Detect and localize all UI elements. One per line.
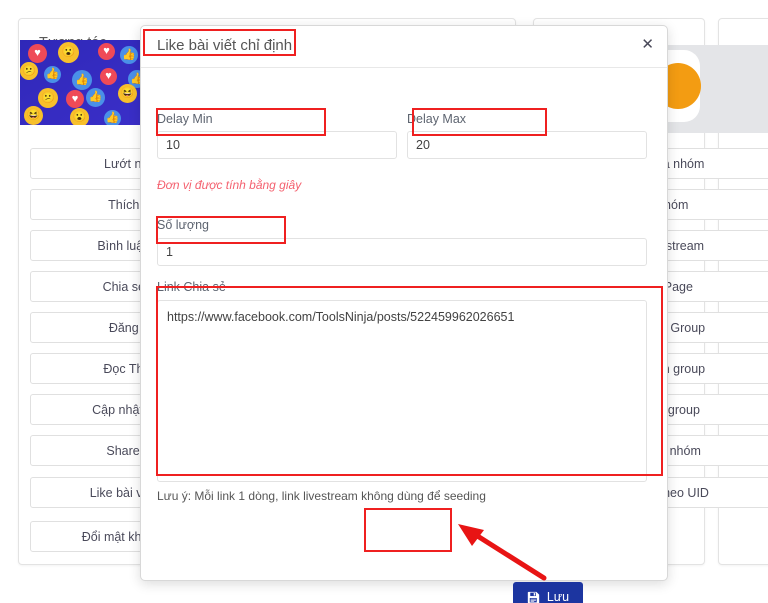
screen: Tương tác ♥ 😮 ♥ 👍 😮 ♥ 😕 👍 👍 ♥ 👍 😕 👍 😕 ♥ … <box>0 0 768 603</box>
share-link-textarea[interactable]: https://www.facebook.com/ToolsNinja/post… <box>157 300 647 482</box>
save-button[interactable]: Lưu <box>513 582 583 603</box>
close-icon[interactable]: ✕ <box>641 37 654 52</box>
dialog-title: Like bài viết chỉ định <box>157 37 293 54</box>
delay-min-label: Delay Min <box>157 112 213 126</box>
dialog-header: Like bài viết chỉ định ✕ <box>141 26 667 68</box>
seeding-note: Lưu ý: Mỗi link 1 dòng, link livestream … <box>157 489 486 503</box>
delay-min-input[interactable] <box>157 131 397 159</box>
quantity-label: Số lượng <box>157 218 210 232</box>
delay-max-input[interactable] <box>407 131 647 159</box>
save-button-label: Lưu <box>546 590 570 603</box>
delay-unit-hint: Đơn vị được tính bằng giây <box>157 178 302 192</box>
floppy-disk-icon <box>527 591 540 603</box>
quantity-input[interactable] <box>157 238 647 266</box>
like-post-dialog: Like bài viết chỉ định ✕ Delay Min Delay… <box>140 25 668 603</box>
delay-max-label: Delay Max <box>407 112 467 126</box>
share-link-label: Link Chia sẻ <box>157 280 226 294</box>
